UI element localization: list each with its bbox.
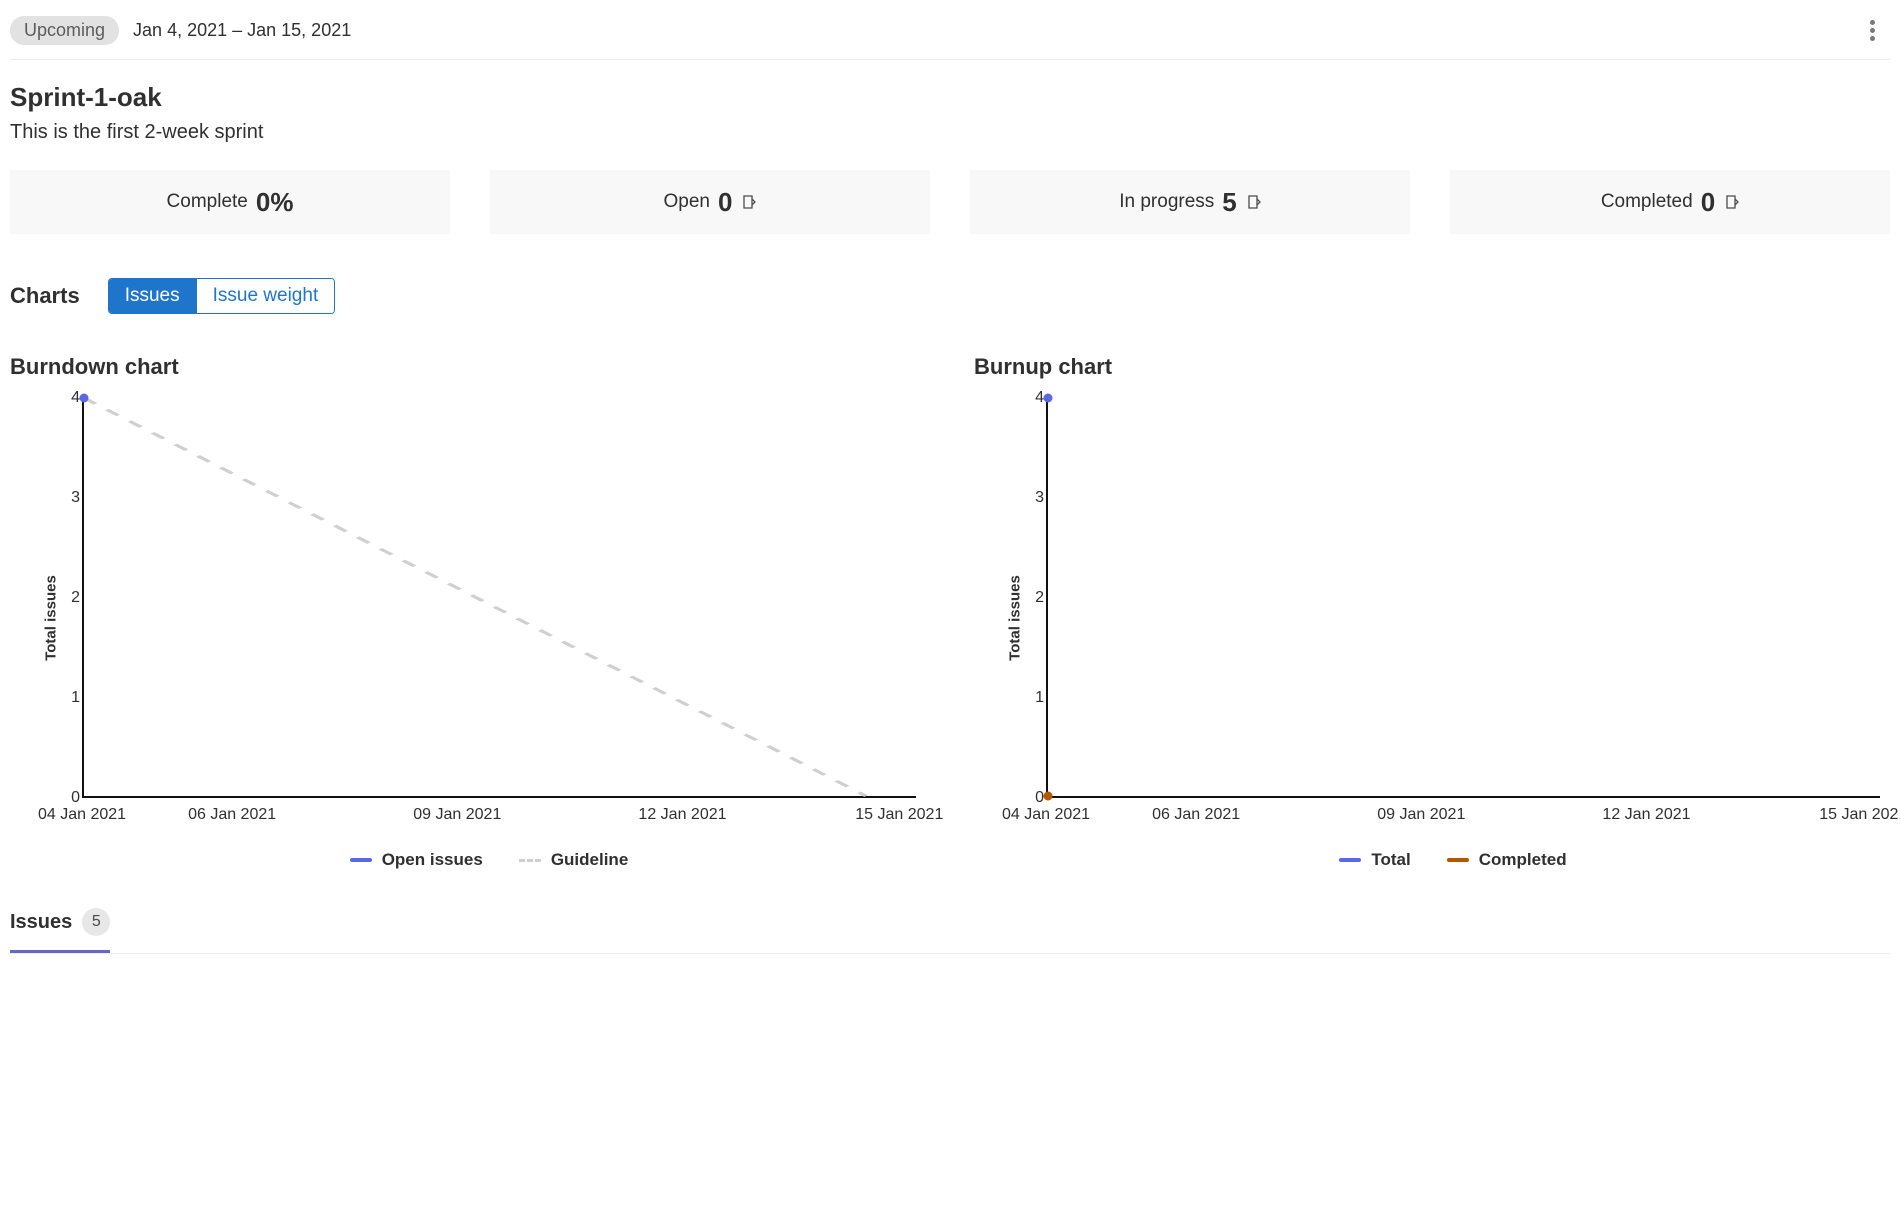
burnup-legend: Total Completed — [974, 850, 1890, 870]
burnup-yticks: 0 1 2 3 4 — [1022, 398, 1044, 798]
issues-count-badge: 5 — [82, 908, 110, 936]
ytick: 2 — [58, 589, 80, 607]
xtick: 15 Jan 2021 — [1819, 806, 1900, 824]
stat-inprogress[interactable]: In progress 5 — [970, 170, 1410, 234]
charts-header: Charts Issues Issue weight — [10, 278, 1890, 314]
seg-issue-weight[interactable]: Issue weight — [197, 279, 335, 313]
legend-completed-label: Completed — [1479, 850, 1567, 870]
burndown-legend: Open issues Guideline — [10, 850, 926, 870]
xtick: 15 Jan 2021 — [855, 806, 943, 824]
xtick: 12 Jan 2021 — [638, 806, 726, 824]
burndown-points — [84, 398, 916, 796]
legend-completed[interactable]: Completed — [1447, 850, 1567, 870]
burndown-title: Burndown chart — [10, 354, 926, 380]
legend-open-issues[interactable]: Open issues — [350, 850, 483, 870]
legend-open-label: Open issues — [382, 850, 483, 870]
bottom-tabs: Issues 5 — [10, 898, 1890, 954]
burnup-title: Burnup chart — [974, 354, 1890, 380]
legend-total[interactable]: Total — [1339, 850, 1410, 870]
stat-completed-value: 0 — [1701, 187, 1715, 218]
header-left: Upcoming Jan 4, 2021 – Jan 15, 2021 — [10, 16, 351, 45]
date-range: Jan 4, 2021 – Jan 15, 2021 — [133, 20, 351, 41]
external-link-icon — [1723, 193, 1739, 211]
xtick: 06 Jan 2021 — [1152, 806, 1240, 824]
stat-completed-label: Completed — [1601, 191, 1693, 213]
ytick: 4 — [1022, 389, 1044, 407]
xtick: 04 Jan 2021 — [38, 806, 126, 824]
ytick: 2 — [1022, 589, 1044, 607]
open-issues-point — [80, 394, 89, 403]
sprint-title: Sprint-1-oak — [10, 82, 1890, 113]
tab-issues-label: Issues — [10, 911, 72, 934]
stat-open-label: Open — [664, 191, 710, 213]
header-row: Upcoming Jan 4, 2021 – Jan 15, 2021 — [10, 10, 1890, 60]
stats-row: Complete 0% Open 0 In progress 5 Complet… — [10, 170, 1890, 234]
charts-title: Charts — [10, 283, 80, 309]
external-link-icon — [1245, 193, 1261, 211]
legend-total-label: Total — [1371, 850, 1410, 870]
stat-open-value: 0 — [718, 187, 732, 218]
burndown-ylabel: Total issues — [42, 575, 59, 661]
external-link-icon — [740, 193, 756, 211]
xtick: 12 Jan 2021 — [1602, 806, 1690, 824]
stat-inprogress-label: In progress — [1119, 191, 1214, 213]
kebab-menu-icon[interactable] — [1860, 17, 1884, 45]
xtick: 09 Jan 2021 — [413, 806, 501, 824]
ytick: 3 — [58, 489, 80, 507]
dash-icon — [519, 859, 541, 862]
xtick: 09 Jan 2021 — [1377, 806, 1465, 824]
ytick: 4 — [58, 389, 80, 407]
burndown-yticks: 0 1 2 3 4 — [58, 398, 80, 798]
stat-inprogress-value: 5 — [1222, 187, 1236, 218]
status-badge: Upcoming — [10, 16, 119, 45]
charts-row: Burndown chart Total issues 0 1 2 3 4 04… — [10, 354, 1890, 870]
ytick: 1 — [58, 689, 80, 707]
legend-guideline[interactable]: Guideline — [519, 850, 628, 870]
burnup-ylabel: Total issues — [1006, 575, 1023, 661]
swatch-icon — [350, 858, 372, 862]
burnup-wrap: Total issues 0 1 2 3 4 04 Jan 2021 06 Ja… — [974, 398, 1890, 838]
stat-completed[interactable]: Completed 0 — [1450, 170, 1890, 234]
sprint-description: This is the first 2-week sprint — [10, 121, 1890, 144]
ytick: 1 — [1022, 689, 1044, 707]
completed-point — [1044, 792, 1053, 801]
xtick: 06 Jan 2021 — [188, 806, 276, 824]
burnup-chart: Burnup chart Total issues 0 1 2 3 4 04 J… — [974, 354, 1890, 870]
legend-guide-label: Guideline — [551, 850, 628, 870]
seg-issues[interactable]: Issues — [109, 279, 196, 313]
stat-open[interactable]: Open 0 — [490, 170, 930, 234]
ytick: 0 — [58, 789, 80, 807]
chart-mode-segmented[interactable]: Issues Issue weight — [108, 278, 336, 314]
burndown-chart: Burndown chart Total issues 0 1 2 3 4 04… — [10, 354, 926, 870]
tab-issues[interactable]: Issues 5 — [10, 898, 110, 953]
ytick: 0 — [1022, 789, 1044, 807]
burnup-xticks: 04 Jan 2021 06 Jan 2021 09 Jan 2021 12 J… — [1046, 806, 1880, 832]
stat-complete-label: Complete — [167, 191, 248, 213]
stat-complete: Complete 0% — [10, 170, 450, 234]
swatch-icon — [1447, 858, 1469, 862]
burndown-xticks: 04 Jan 2021 06 Jan 2021 09 Jan 2021 12 J… — [82, 806, 916, 832]
ytick: 3 — [1022, 489, 1044, 507]
swatch-icon — [1339, 858, 1361, 862]
burnup-plot-area — [1046, 398, 1880, 798]
burnup-points — [1048, 398, 1880, 796]
burndown-wrap: Total issues 0 1 2 3 4 04 Jan 2021 06 Ja… — [10, 398, 926, 838]
burndown-plot-area — [82, 398, 916, 798]
total-point — [1044, 394, 1053, 403]
xtick: 04 Jan 2021 — [1002, 806, 1090, 824]
stat-complete-value: 0% — [256, 187, 294, 218]
